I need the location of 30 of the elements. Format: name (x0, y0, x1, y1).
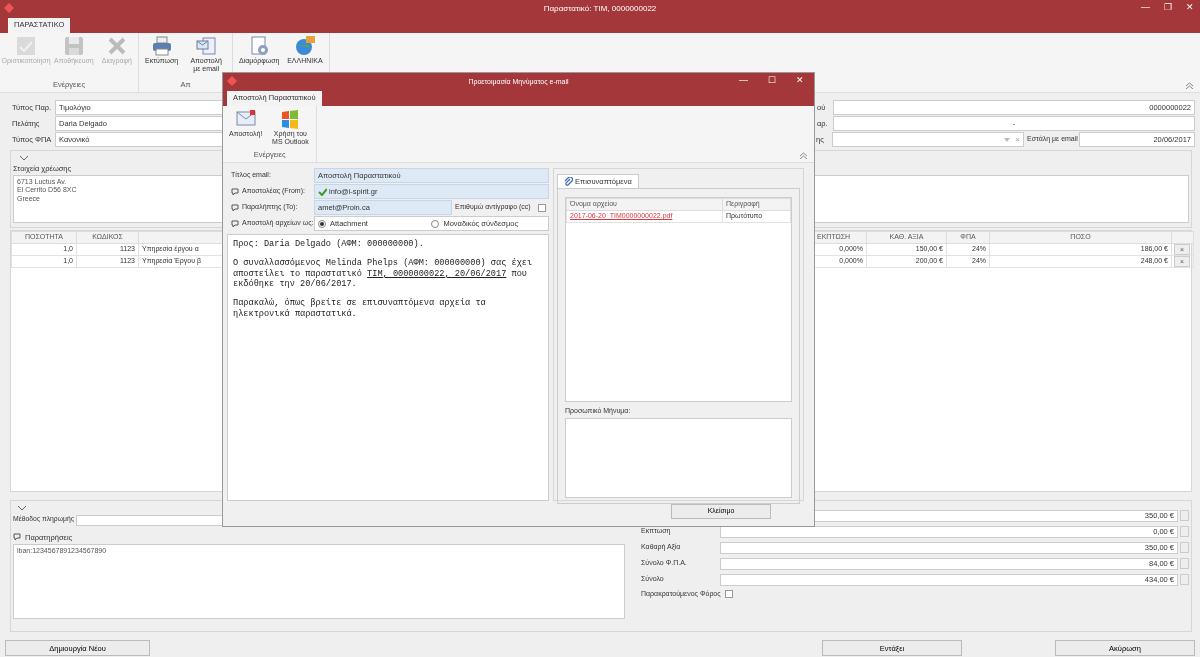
dropdown-arrow-icon (1003, 137, 1010, 142)
minimize-button[interactable]: — (1141, 2, 1150, 13)
side-button[interactable] (1180, 558, 1189, 569)
collapse-icon (799, 152, 808, 159)
document-link[interactable]: ΤΙΜ, 0000000022, 20/06/2017 (367, 268, 507, 279)
message-field[interactable] (565, 418, 792, 499)
paragraph: Ο συναλλασσόμενος Melinda Phelps (ΑΦΜ: 000000000) σας έχει αποστείλει το παραστατικό ΤΙΜ, 0000000022, 20/06/2017 που εκδόθηκε την 20/06/2017. (233, 258, 534, 290)
side-button[interactable] (1180, 542, 1189, 553)
comment-icon (13, 533, 21, 541)
globe-icon (293, 35, 316, 57)
restore-button[interactable]: ❐ (1164, 2, 1172, 13)
paragraph: Παρακαλώ, όπως βρείτε σε επισυναπτόμενα αρχεία τα ηλεκτρονικά παραστατικά. (233, 298, 487, 319)
paragraph: Προς: Daria Delgado (ΑΦΜ: 000000000). (233, 239, 425, 250)
paperclip-icon (564, 177, 573, 186)
close-button[interactable]: ✕ (796, 75, 804, 86)
check-icon (15, 35, 37, 57)
app-icon (4, 3, 14, 13)
checkbox[interactable] (724, 590, 733, 598)
checkbox[interactable] (538, 203, 546, 212)
restore-button[interactable]: ☐ (768, 75, 776, 86)
app-icon (227, 76, 237, 86)
side-button[interactable] (1180, 574, 1189, 585)
side-button[interactable] (1180, 526, 1189, 537)
message-body[interactable] (227, 234, 549, 501)
minimize-button[interactable]: — (739, 75, 748, 86)
save-icon (62, 35, 85, 57)
collapse-icon (1185, 82, 1194, 89)
window-title: Παραστατικό: TIM, 0000000022 (543, 4, 657, 14)
side-button[interactable] (1180, 510, 1189, 521)
close-button[interactable]: ✕ (1186, 2, 1194, 13)
